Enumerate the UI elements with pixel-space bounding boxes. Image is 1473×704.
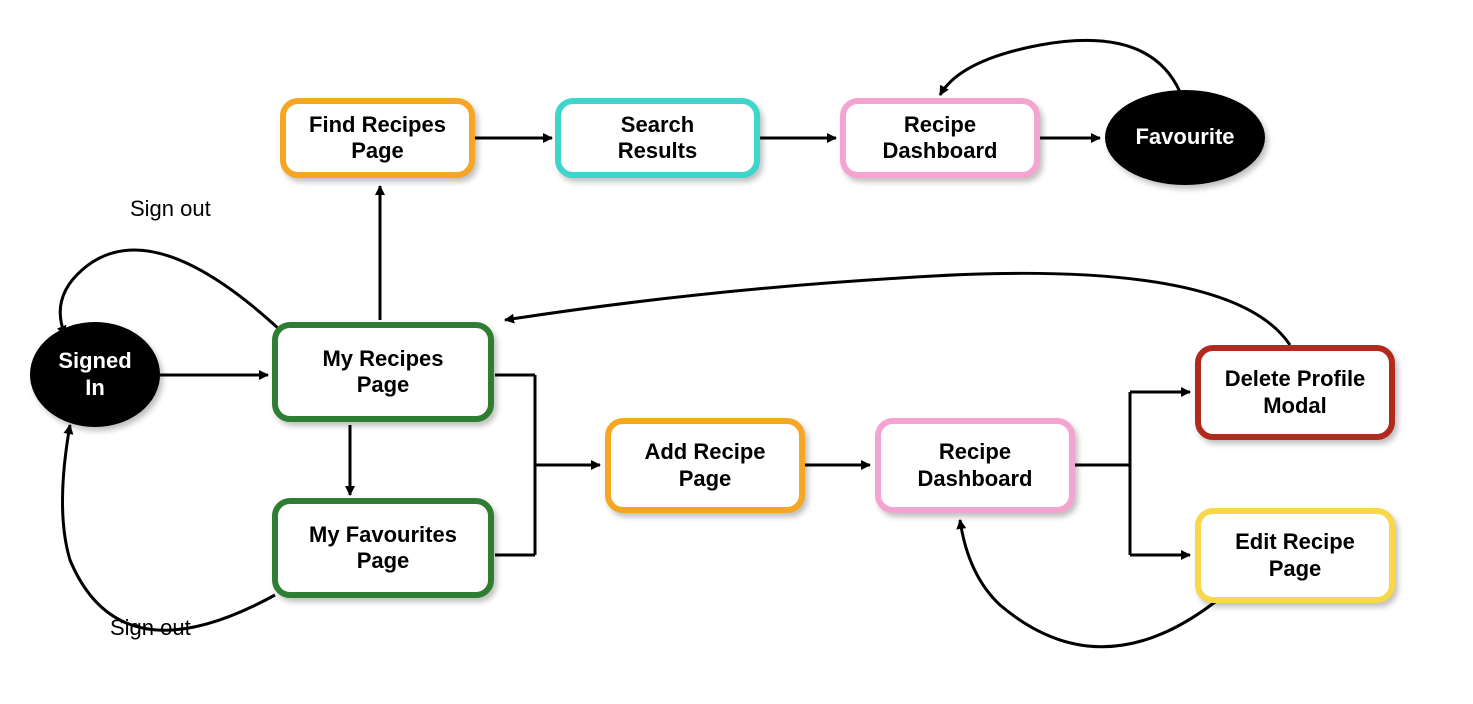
- recipe-dashboard-2-node: RecipeDashboard: [875, 418, 1075, 513]
- delete-profile-modal-node: Delete ProfileModal: [1195, 345, 1395, 440]
- find-recipes-label: Find RecipesPage: [309, 112, 446, 165]
- search-results-label: Search Results: [579, 112, 736, 165]
- search-results-node: Search Results: [555, 98, 760, 178]
- find-recipes-page-node: Find RecipesPage: [280, 98, 475, 178]
- recipe-dashboard-1-node: RecipeDashboard: [840, 98, 1040, 178]
- signed-in-label: SignedIn: [58, 348, 131, 401]
- sign-out-label-1: Sign out: [130, 196, 211, 222]
- my-recipes-page-node: My RecipesPage: [272, 322, 494, 422]
- add-recipe-page-node: Add RecipePage: [605, 418, 805, 513]
- recipe-dashboard-1-label: RecipeDashboard: [883, 112, 998, 165]
- sign-out-label-2: Sign out: [110, 615, 191, 641]
- add-recipe-label: Add RecipePage: [644, 439, 765, 492]
- edit-recipe-label: Edit RecipePage: [1235, 529, 1355, 582]
- favourite-label: Favourite: [1135, 124, 1234, 150]
- delete-profile-label: Delete ProfileModal: [1225, 366, 1366, 419]
- signed-in-node: SignedIn: [30, 322, 160, 427]
- favourite-node: Favourite: [1105, 90, 1265, 185]
- my-recipes-label: My RecipesPage: [322, 346, 443, 399]
- my-favourites-label: My FavouritesPage: [309, 522, 457, 575]
- my-favourites-page-node: My FavouritesPage: [272, 498, 494, 598]
- edit-recipe-page-node: Edit RecipePage: [1195, 508, 1395, 603]
- recipe-dashboard-2-label: RecipeDashboard: [918, 439, 1033, 492]
